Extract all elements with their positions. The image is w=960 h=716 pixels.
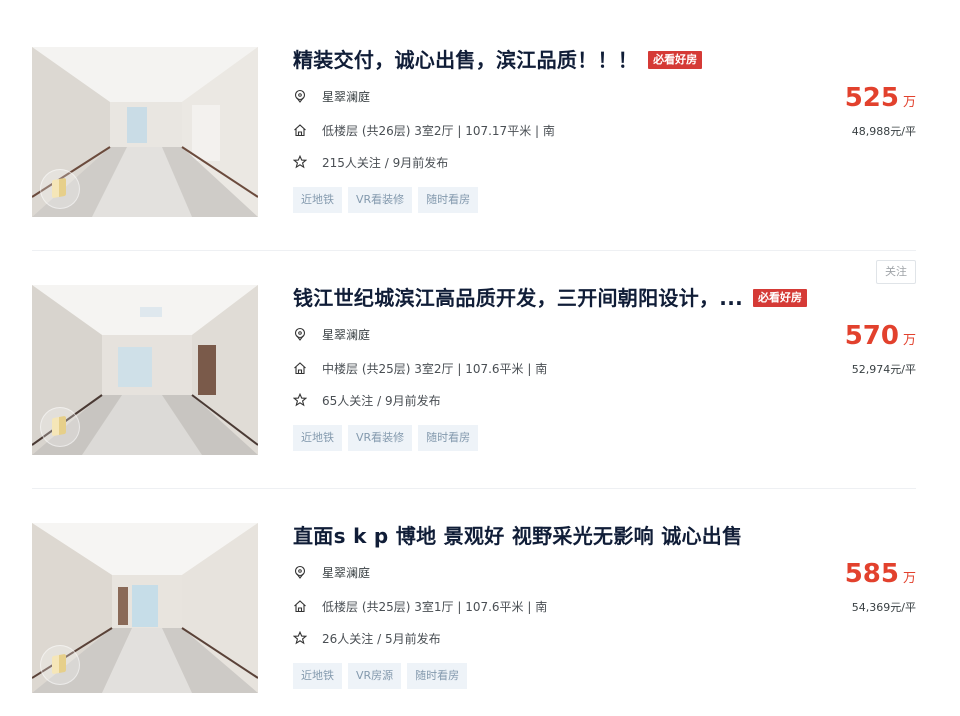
feature-tag: 随时看房 bbox=[418, 187, 479, 213]
house-icon bbox=[294, 124, 306, 137]
listing-item[interactable]: 钱江世纪城滨江高品质开发，三开间朝阳设计，... 必看好房 星翠澜庭 中楼层 (… bbox=[32, 285, 916, 455]
listing-title[interactable]: 直面s k p 博地 景观好 视野采光无影响 诚心出售 bbox=[293, 523, 742, 549]
vr-icon[interactable] bbox=[40, 407, 80, 447]
follow-info: 215人关注 / 9月前发布 bbox=[322, 155, 449, 170]
star-icon bbox=[293, 631, 307, 645]
community-link[interactable]: 星翠澜庭 bbox=[322, 564, 370, 581]
house-info: 低楼层 (共25层) 3室1厅 | 107.6平米 | 南 bbox=[322, 599, 548, 614]
feature-tag: 近地铁 bbox=[293, 187, 342, 213]
listing-photo[interactable] bbox=[32, 47, 258, 217]
total-price-value: 525 bbox=[844, 83, 899, 113]
location-pin-icon bbox=[294, 89, 306, 103]
total-price-unit: 万 bbox=[902, 95, 916, 110]
star-icon bbox=[293, 393, 307, 407]
listing-item[interactable]: 直面s k p 博地 景观好 视野采光无影响 诚心出售 星翠澜庭 低楼层 (共2… bbox=[32, 523, 916, 693]
location-pin-icon bbox=[294, 327, 306, 341]
total-price-value: 570 bbox=[844, 321, 899, 351]
must-see-badge: 必看好房 bbox=[753, 289, 807, 307]
total-price-value: 585 bbox=[844, 559, 899, 589]
feature-tag: VR看装修 bbox=[348, 187, 413, 213]
unit-price: 48,988元/平 bbox=[851, 125, 916, 138]
feature-tag: VR房源 bbox=[348, 663, 402, 689]
listing-photo[interactable] bbox=[32, 285, 258, 455]
listing-item[interactable]: 精装交付，诚心出售，滨江品质！！！ 必看好房 星翠澜庭 低楼层 (共26层) 3… bbox=[32, 47, 916, 217]
total-price: 585 万 bbox=[845, 559, 916, 589]
listing-title[interactable]: 精装交付，诚心出售，滨江品质！！！ bbox=[293, 47, 638, 73]
house-info: 中楼层 (共25层) 3室2厅 | 107.6平米 | 南 bbox=[322, 361, 548, 376]
location-pin-icon bbox=[294, 565, 306, 579]
house-icon bbox=[294, 600, 306, 613]
feature-tag: 随时看房 bbox=[407, 663, 468, 689]
total-price: 525 万 bbox=[845, 83, 916, 113]
star-icon bbox=[293, 155, 307, 169]
community-link[interactable]: 星翠澜庭 bbox=[322, 88, 370, 105]
community-link[interactable]: 星翠澜庭 bbox=[322, 326, 370, 343]
vr-icon[interactable] bbox=[40, 169, 80, 209]
total-price-unit: 万 bbox=[902, 333, 916, 348]
must-see-badge: 必看好房 bbox=[648, 51, 703, 69]
feature-tag: 近地铁 bbox=[293, 425, 342, 451]
house-info: 低楼层 (共26层) 3室2厅 | 107.17平米 | 南 bbox=[322, 123, 555, 138]
follow-button[interactable]: 关注 bbox=[876, 260, 916, 284]
total-price: 570 万 bbox=[845, 321, 916, 351]
feature-tag: 随时看房 bbox=[418, 425, 479, 451]
listing-divider bbox=[32, 250, 916, 251]
total-price-unit: 万 bbox=[902, 571, 916, 586]
unit-price: 52,974元/平 bbox=[851, 363, 916, 376]
feature-tag: 近地铁 bbox=[293, 663, 342, 689]
unit-price: 54,369元/平 bbox=[851, 601, 916, 614]
feature-tag: VR看装修 bbox=[348, 425, 413, 451]
listing-title[interactable]: 钱江世纪城滨江高品质开发，三开间朝阳设计，... bbox=[293, 285, 743, 311]
vr-icon[interactable] bbox=[40, 645, 80, 685]
follow-info: 26人关注 / 5月前发布 bbox=[322, 631, 441, 646]
listing-divider bbox=[32, 488, 916, 489]
house-icon bbox=[294, 362, 306, 375]
follow-info: 65人关注 / 9月前发布 bbox=[322, 393, 441, 408]
listing-photo[interactable] bbox=[32, 523, 258, 693]
